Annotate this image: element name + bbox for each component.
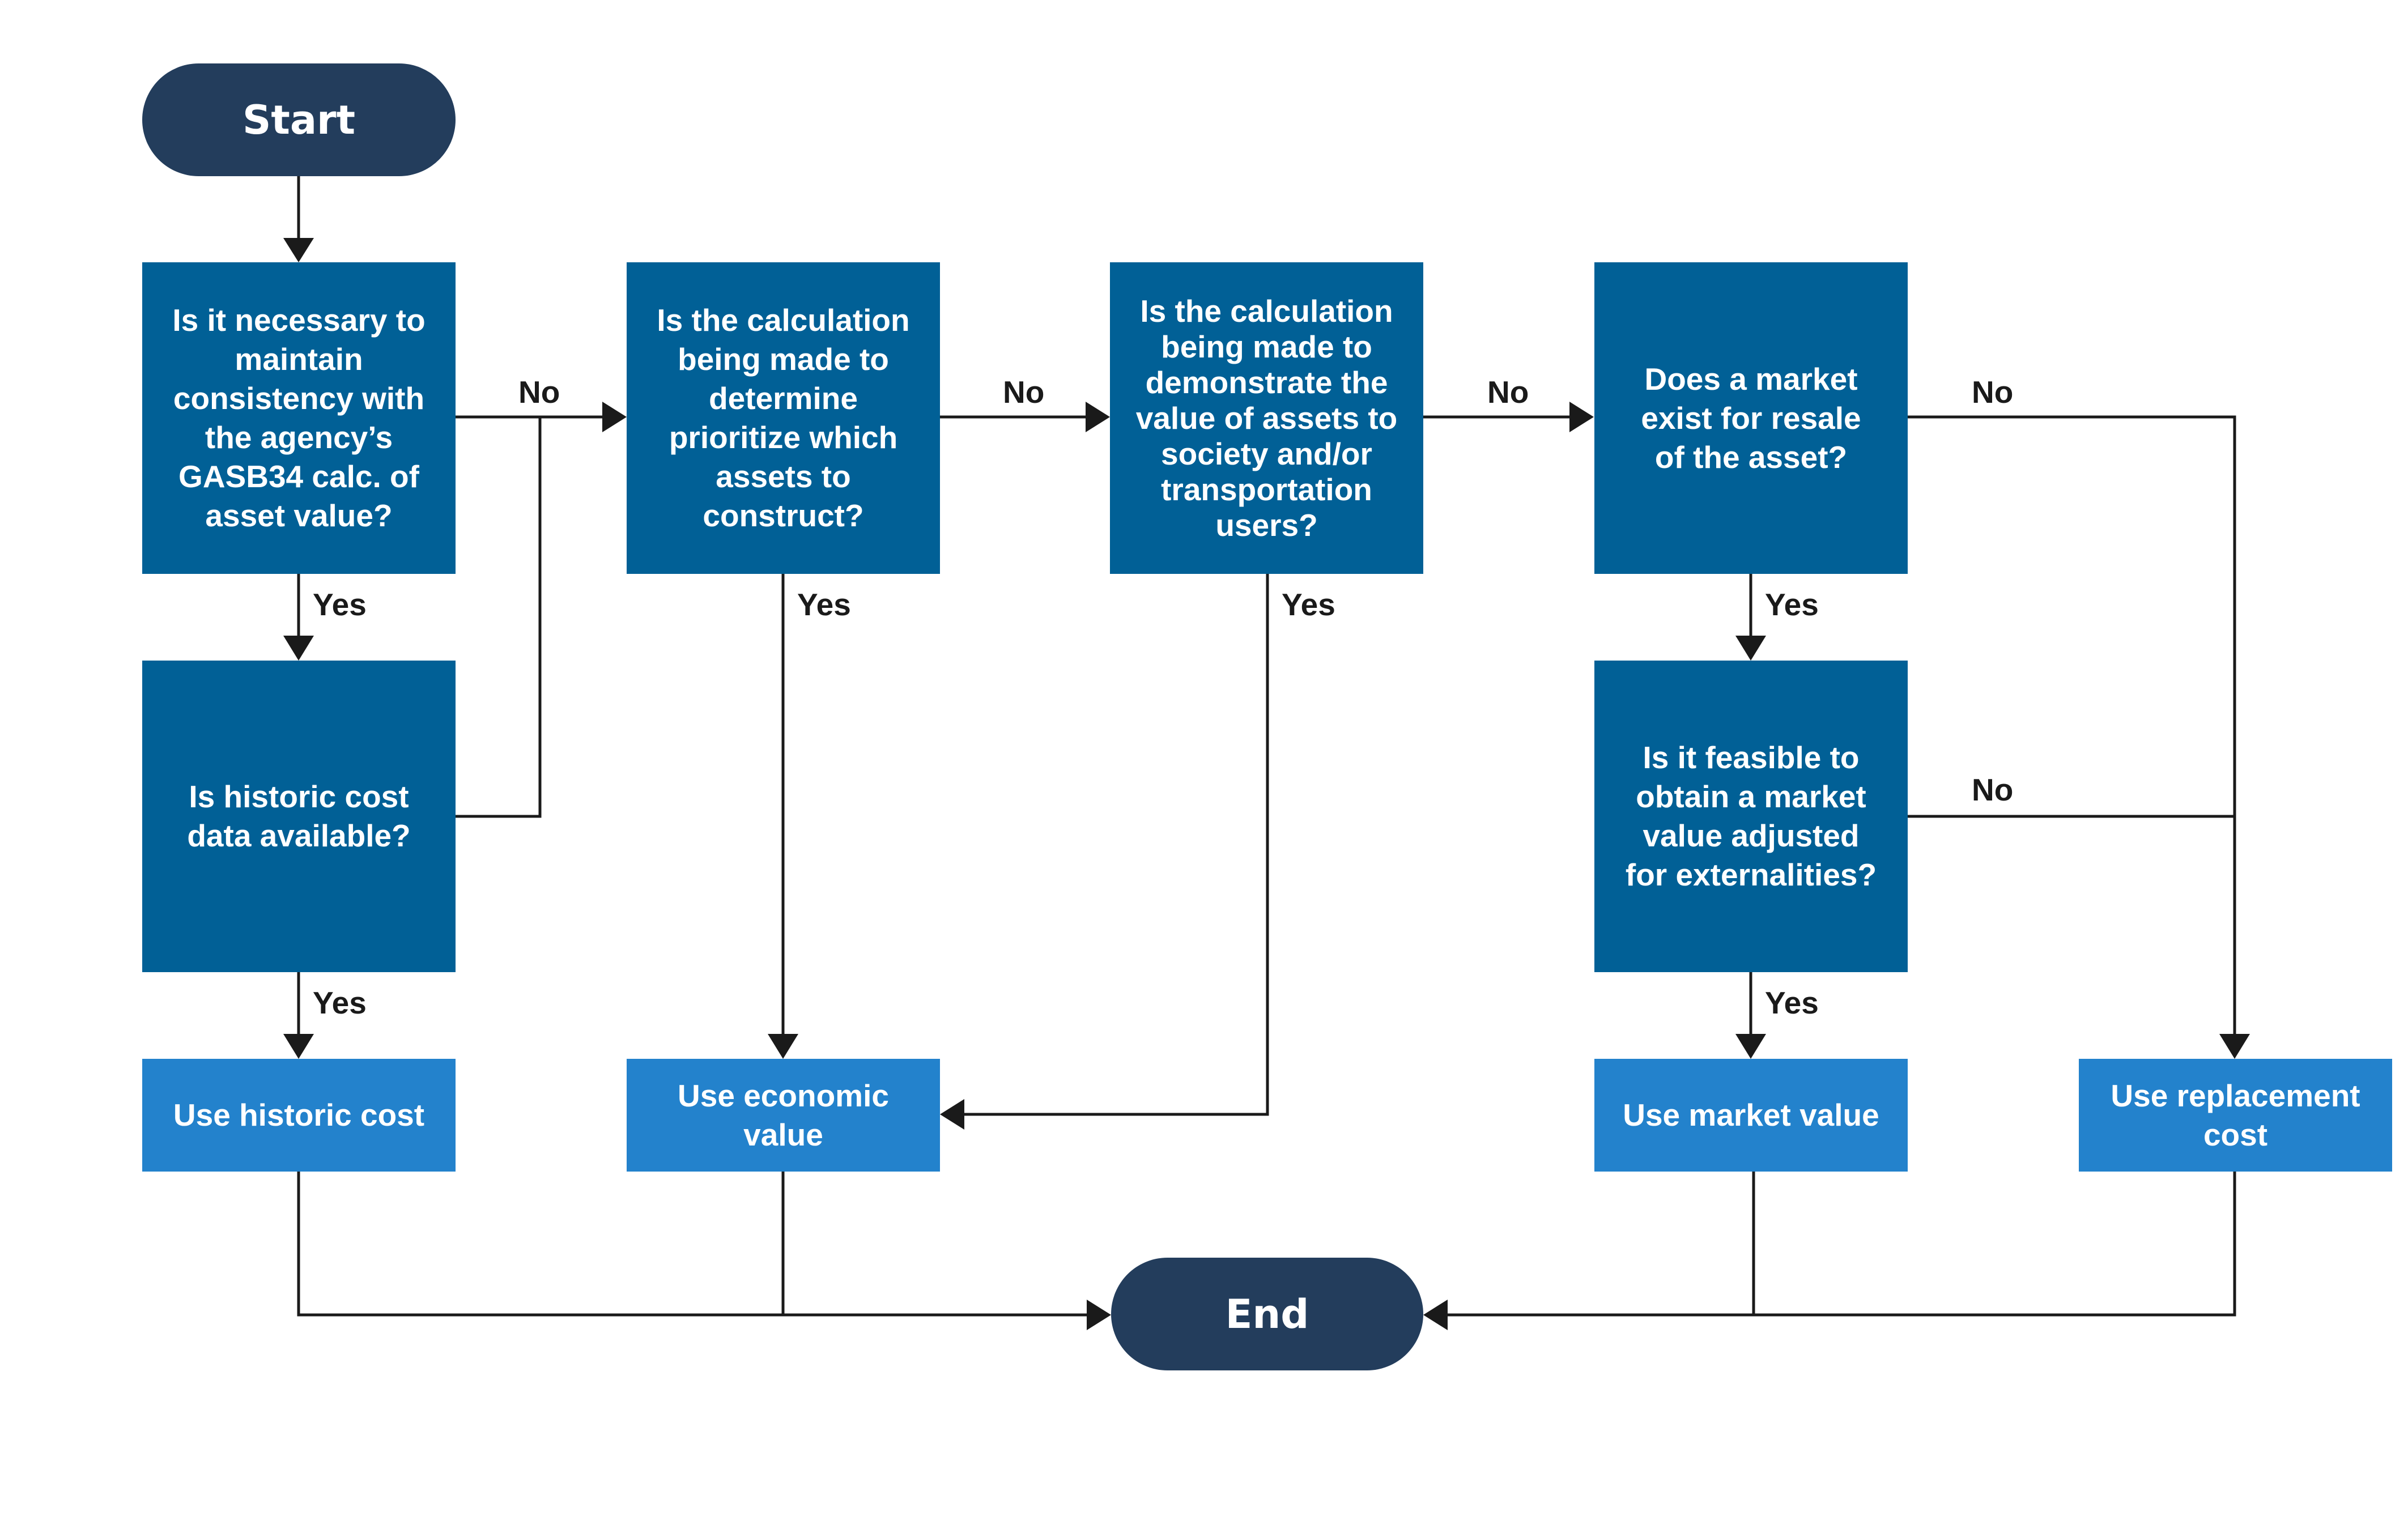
arrowhead bbox=[1087, 1300, 1111, 1330]
end-terminal: End bbox=[1111, 1258, 1423, 1370]
arrowhead bbox=[2219, 1034, 2250, 1059]
label-demonstrate-no: No bbox=[1487, 374, 1529, 410]
arrowhead bbox=[602, 402, 627, 432]
result-replacement-cost: Use replacement cost bbox=[2079, 1059, 2392, 1172]
arrowhead bbox=[1423, 1300, 1448, 1330]
start-terminal: Start bbox=[142, 63, 456, 176]
label-market-adjusted-no: No bbox=[1972, 772, 2014, 807]
arrowhead bbox=[1086, 402, 1110, 432]
label-gasb34-no: No bbox=[518, 374, 560, 410]
edge-replacement-to-end bbox=[1448, 1172, 2236, 1317]
label-market-exists-yes: Yes bbox=[1765, 587, 1819, 622]
arrowhead bbox=[768, 1034, 798, 1059]
arrowhead bbox=[283, 1034, 314, 1059]
decision-market-exists: Does a market exist for resale of the as… bbox=[1594, 262, 1908, 574]
label-prioritize-yes: Yes bbox=[797, 587, 851, 622]
result-historic-cost: Use historic cost bbox=[142, 1059, 456, 1172]
decision-prioritize: Is the calculation being made to determi… bbox=[627, 262, 940, 574]
label-market-adjusted-yes: Yes bbox=[1765, 985, 1819, 1020]
arrowhead bbox=[1735, 1034, 1766, 1059]
decision-demonstrate: Is the calculation being made to demonst… bbox=[1110, 262, 1423, 574]
edge-market-exists-no bbox=[1908, 415, 2236, 1034]
decision-historic-data: Is historic cost data available? bbox=[142, 661, 456, 972]
arrowhead bbox=[1569, 402, 1594, 432]
arrowhead bbox=[283, 238, 314, 262]
label-gasb34-yes: Yes bbox=[313, 587, 367, 622]
edge-demonstrate-yes bbox=[964, 574, 1269, 1116]
edge-historic-data-no bbox=[456, 417, 542, 818]
result-market-value: Use market value bbox=[1594, 1059, 1908, 1172]
label-demonstrate-yes: Yes bbox=[1282, 587, 1335, 622]
arrowhead bbox=[940, 1099, 964, 1130]
decision-gasb34: Is it necessary to maintain consistency … bbox=[142, 262, 456, 574]
edge-historic-to-end bbox=[297, 1172, 1087, 1317]
result-economic-value: Use economic value bbox=[627, 1059, 940, 1172]
arrowhead bbox=[1735, 636, 1766, 661]
label-market-exists-no: No bbox=[1972, 374, 2014, 410]
label-prioritize-no: No bbox=[1003, 374, 1045, 410]
arrowhead bbox=[283, 636, 314, 661]
label-historic-data-yes: Yes bbox=[313, 985, 367, 1020]
decision-market-adjusted: Is it feasible to obtain a market value … bbox=[1594, 661, 1908, 972]
